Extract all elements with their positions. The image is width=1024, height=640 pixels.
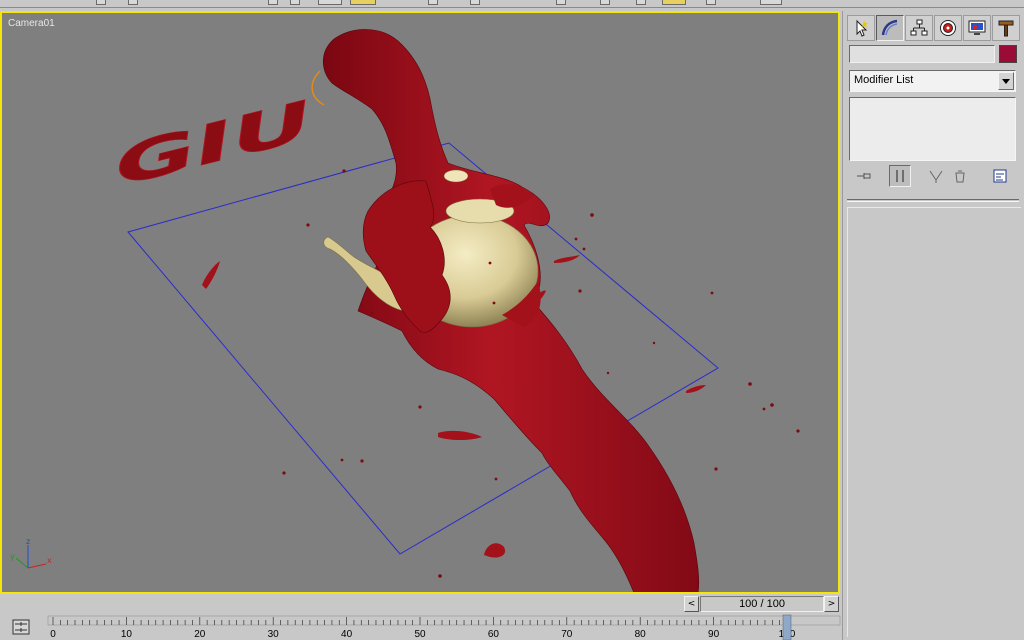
panel-divider <box>847 199 1019 202</box>
configure-modifier-sets-icon <box>993 169 1007 183</box>
current-time-marker[interactable] <box>782 614 792 640</box>
tab-create[interactable] <box>847 15 875 41</box>
floor-text: GIU <box>110 87 315 201</box>
toolbar-button[interactable] <box>636 0 646 5</box>
track-tick-label: 60 <box>488 629 500 640</box>
toolbar-button[interactable] <box>268 0 278 5</box>
modify-arc-icon <box>881 19 898 36</box>
remove-modifier-icon <box>955 170 965 183</box>
tab-modify[interactable] <box>876 15 904 41</box>
object-name-field[interactable] <box>849 45 995 63</box>
motion-icon <box>940 20 956 36</box>
toolbar-button[interactable] <box>556 0 566 5</box>
dropdown-arrow-icon[interactable] <box>998 72 1014 90</box>
track-bar[interactable]: 0102030405060708090100 <box>0 614 842 640</box>
svg-text:z: z <box>26 537 30 546</box>
toolbar-button[interactable] <box>96 0 106 5</box>
previous-frame-button[interactable]: < <box>684 596 699 612</box>
svg-text:y: y <box>10 552 15 561</box>
rollout-area[interactable] <box>847 207 1021 637</box>
show-end-result-icon <box>896 170 904 182</box>
pin-stack-button[interactable] <box>853 165 875 187</box>
modifier-stack-list[interactable] <box>849 97 1016 161</box>
next-frame-button[interactable]: > <box>824 596 839 612</box>
track-tick-label: 30 <box>268 629 280 640</box>
tab-motion[interactable] <box>934 15 962 41</box>
display-icon <box>968 20 986 35</box>
track-tick-label: 80 <box>635 629 647 640</box>
open-mini-curve-editor-button[interactable] <box>10 618 32 636</box>
svg-text:x: x <box>47 556 52 565</box>
tab-hierarchy[interactable] <box>905 15 933 41</box>
modifier-list-dropdown[interactable]: Modifier List <box>849 70 1016 92</box>
remove-modifier-button[interactable] <box>949 165 971 187</box>
make-unique-icon <box>929 170 943 183</box>
command-panel-tabs <box>847 15 1023 43</box>
toolbar-button[interactable] <box>760 0 782 5</box>
mini-curve-editor-icon <box>12 619 30 635</box>
track-tick-label: 40 <box>341 629 353 640</box>
floor-text-object[interactable]: GIU <box>110 87 316 202</box>
main-toolbar <box>0 0 1024 8</box>
fluid-splash <box>484 543 506 558</box>
camera-viewport[interactable]: GIU z x y Camera01 <box>0 11 840 594</box>
command-panel: Modifier List <box>842 11 1024 640</box>
make-unique-button[interactable] <box>925 165 947 187</box>
modifier-stack-toolbar <box>849 165 1019 189</box>
toolbar-button[interactable] <box>706 0 716 5</box>
toolbar-button[interactable] <box>428 0 438 5</box>
tab-display[interactable] <box>963 15 991 41</box>
utilities-hammer-icon <box>998 20 1014 37</box>
tab-utilities[interactable] <box>992 15 1020 41</box>
viewport-label[interactable]: Camera01 <box>8 18 55 29</box>
track-bar-ruler[interactable]: 0102030405060708090100 <box>0 614 842 640</box>
toolbar-button[interactable] <box>318 0 342 5</box>
time-slider-frame-display[interactable]: 100 / 100 <box>700 596 824 612</box>
modifier-list-label: Modifier List <box>854 74 914 86</box>
fluid-splash <box>554 255 580 263</box>
fluid-splash <box>202 261 220 289</box>
toolbar-button[interactable] <box>470 0 480 5</box>
fluid-splash <box>438 430 482 440</box>
toolbar-button[interactable] <box>600 0 610 5</box>
axis-tripod: z x y <box>10 537 52 569</box>
create-pointer-icon <box>856 19 868 37</box>
track-tick-label: 20 <box>194 629 206 640</box>
object-color-swatch[interactable] <box>999 45 1017 63</box>
toolbar-button[interactable] <box>128 0 138 5</box>
configure-modifier-sets-button[interactable] <box>989 165 1011 187</box>
show-end-result-button[interactable] <box>889 165 911 187</box>
toolbar-button[interactable] <box>662 0 686 5</box>
toolbar-button[interactable] <box>350 0 376 5</box>
pin-stack-icon <box>857 173 871 179</box>
time-slider[interactable]: < 100 / 100 > <box>684 596 840 612</box>
track-tick-label: 90 <box>708 629 720 640</box>
3dsmax-window: GIU z x y Camera01 Modifier List < 100 /… <box>0 0 1024 640</box>
teapot-knob <box>443 169 469 183</box>
track-tick-label: 50 <box>414 629 426 640</box>
viewport-scene[interactable]: GIU z x y <box>2 13 838 592</box>
hierarchy-icon <box>910 19 928 36</box>
track-tick-label: 10 <box>121 629 133 640</box>
track-tick-label: 70 <box>561 629 573 640</box>
track-tick-label: 0 <box>50 629 56 640</box>
fluid-splash <box>686 385 706 393</box>
toolbar-button[interactable] <box>290 0 300 5</box>
